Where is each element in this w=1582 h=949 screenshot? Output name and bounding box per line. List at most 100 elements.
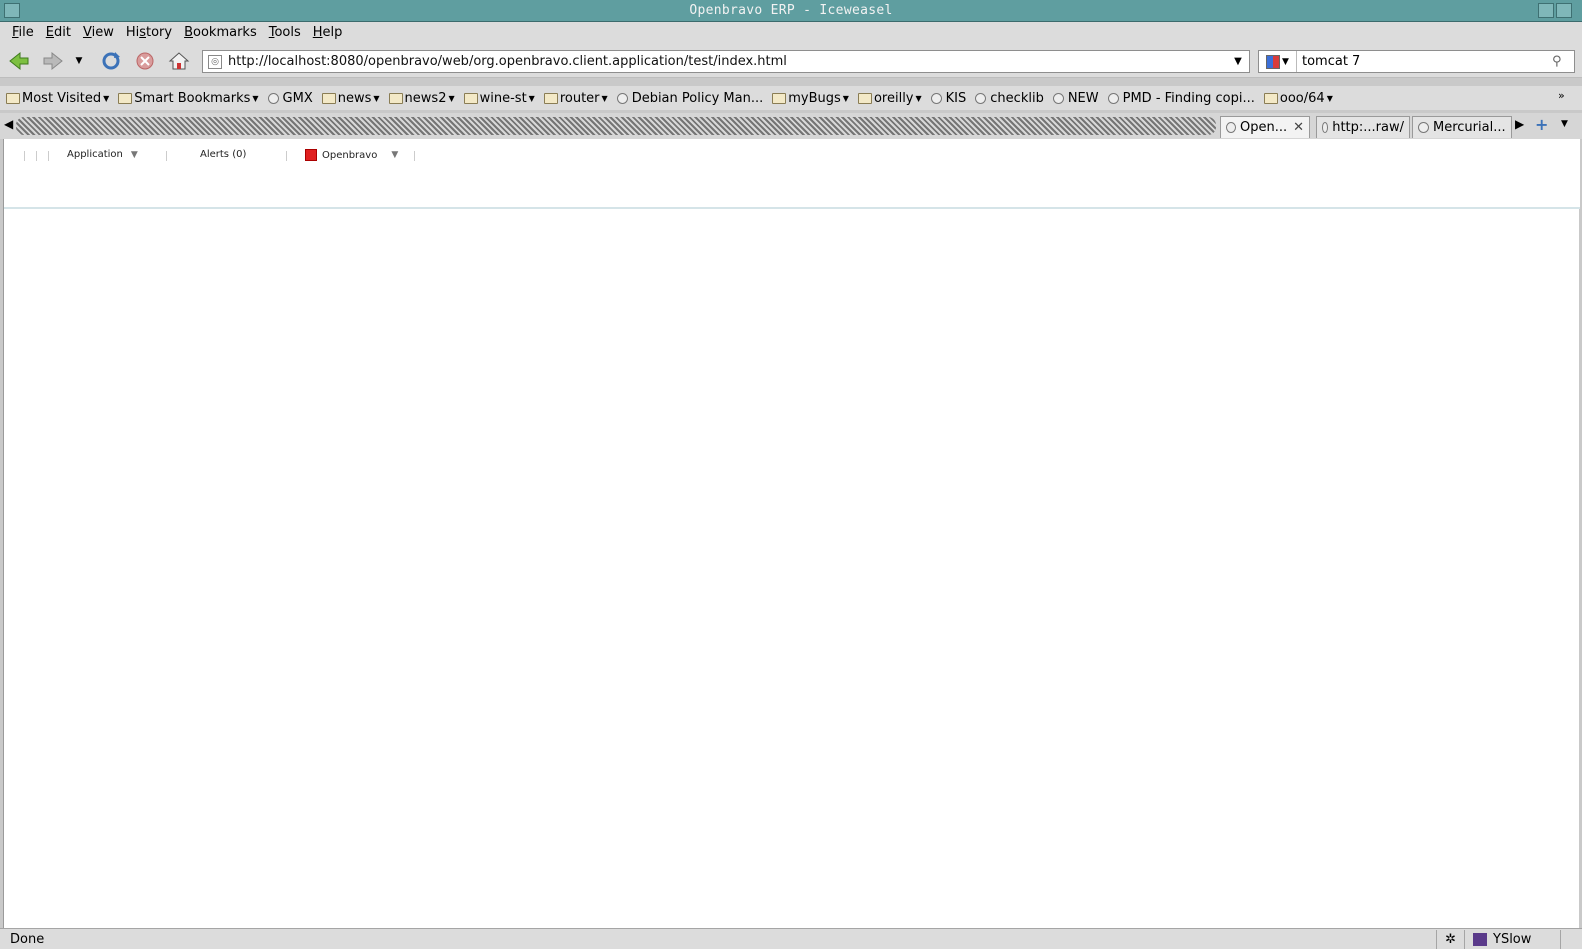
tab-strip: ◀ Open... ✕ http:...raw/ Mercurial... ▶ … (0, 113, 1582, 139)
company-label: Openbravo (322, 149, 378, 161)
menu-tools[interactable]: Tools (263, 25, 307, 40)
url-dropdown-icon[interactable]: ▼ (1227, 56, 1249, 67)
menu-help[interactable]: Help (307, 25, 349, 40)
bookmark-smart-bookmarks[interactable]: Smart Bookmarks ▼ (118, 91, 259, 106)
tab-mercurial[interactable]: Mercurial... (1412, 116, 1512, 138)
bookmark-checklib[interactable]: checklib (975, 91, 1044, 106)
menu-file[interactable]: File (6, 25, 40, 40)
tab-page-icon (1418, 122, 1429, 133)
bookmark-kis[interactable]: KIS (930, 90, 967, 106)
search-engine-selector[interactable]: ▼ (1259, 51, 1297, 72)
bookmark-news2[interactable]: news2 ▼ (388, 90, 455, 106)
chevron-down-icon: ▼ (448, 93, 455, 103)
site-icon (616, 92, 628, 104)
menubar: File Edit View History Bookmarks Tools Help (0, 22, 1582, 43)
bookmark-label: KIS (945, 90, 967, 106)
menu-history[interactable]: History (120, 25, 178, 40)
bookmark-most-visited[interactable]: Most Visited ▼ (6, 91, 109, 106)
tab-openbravo[interactable]: Open... ✕ (1220, 116, 1310, 138)
menu-view[interactable]: View (77, 25, 120, 40)
chevron-down-icon: ▼ (1326, 93, 1333, 103)
divider (48, 151, 49, 161)
maximize-button[interactable] (1556, 3, 1572, 18)
menu-edit[interactable]: Edit (40, 25, 77, 40)
bookmark-wine-st[interactable]: wine-st ▼ (463, 90, 535, 106)
bookmarks-toolbar: Most Visited ▼ Smart Bookmarks ▼ GMX news ▼ new… (0, 86, 1582, 110)
forward-arrow-icon (43, 51, 63, 71)
reload-button[interactable] (98, 49, 124, 73)
bookmark-label: news2 (404, 90, 447, 106)
application-menu-label: Application (67, 149, 123, 160)
close-icon[interactable]: ✕ (1293, 120, 1304, 135)
back-button[interactable] (6, 49, 32, 73)
folder-icon (463, 92, 478, 104)
forward-button[interactable] (40, 49, 66, 73)
tab-strip-pattern (16, 117, 1216, 135)
bookmark-label: Most Visited (22, 90, 102, 106)
search-bar[interactable]: ▼ tomcat 7 ⚲ (1258, 50, 1575, 73)
stop-icon (136, 52, 154, 70)
chevron-down-icon: ▼ (103, 93, 110, 103)
tab-scroll-right-icon[interactable]: ▶ (1515, 117, 1524, 131)
all-tabs-icon[interactable]: ▼ (1561, 119, 1568, 129)
divider (36, 151, 37, 161)
chevron-down-icon: ▼ (130, 149, 138, 160)
bookmark-label: Debian Policy Man... (631, 90, 764, 106)
tab-label: Mercurial... (1433, 120, 1506, 135)
tab-scroll-left-icon[interactable]: ◀ (4, 117, 13, 131)
bookmark-gmx[interactable]: GMX (267, 90, 313, 106)
bookmark-pmd-finding-copi[interactable]: PMD - Finding copi... (1107, 90, 1255, 106)
tab-page-icon (1226, 122, 1236, 133)
alerts-link[interactable]: Alerts (0) (200, 149, 246, 160)
folder-icon (388, 92, 403, 104)
stop-button[interactable] (132, 49, 158, 73)
home-button[interactable] (166, 49, 192, 73)
yslow-panel[interactable]: YSlow (1464, 929, 1560, 949)
window-title: Openbravo ERP - Iceweasel (689, 3, 893, 18)
resize-grip-icon[interactable] (1560, 929, 1582, 949)
alerts-label: Alerts (0) (200, 149, 247, 160)
bookmark-news[interactable]: news ▼ (321, 90, 380, 106)
openbravo-logo-icon (305, 149, 317, 161)
minimize-button[interactable] (1538, 3, 1554, 18)
bookmark-label: news (337, 90, 372, 106)
application-menu[interactable]: Application ▼ (67, 149, 138, 160)
url-text[interactable]: http://localhost:8080/openbravo/web/org.… (228, 54, 1227, 69)
yslow-icon (1473, 932, 1487, 946)
bookmark-router[interactable]: router ▼ (543, 91, 608, 106)
folder-icon (772, 92, 787, 104)
site-icon (930, 92, 942, 104)
chevron-down-icon: ▼ (842, 93, 849, 103)
bookmark-label: GMX (282, 90, 313, 106)
url-bar[interactable]: ◎ http://localhost:8080/openbravo/web/or… (202, 50, 1250, 73)
bookmark-new[interactable]: NEW (1052, 90, 1099, 106)
bookmark-debian-policy-man[interactable]: Debian Policy Man... (616, 90, 764, 106)
window-titlebar: Openbravo ERP - Iceweasel (0, 0, 1582, 22)
chevron-down-icon: ▼ (391, 150, 399, 160)
divider (414, 151, 415, 161)
new-tab-icon[interactable]: + (1535, 115, 1548, 134)
site-icon (1107, 92, 1119, 104)
bookmark-label: NEW (1067, 90, 1099, 106)
bookmark-ooo-64[interactable]: ooo/64 ▼ (1263, 91, 1333, 106)
search-icon[interactable]: ⚲ (1552, 54, 1574, 69)
page-icon: ◎ (208, 54, 222, 69)
bookmark-mybugs[interactable]: myBugs ▼ (772, 91, 849, 106)
tab-raw[interactable]: http:...raw/ (1316, 116, 1410, 138)
bookmark-label: wine-st (479, 90, 527, 106)
window-menu-button[interactable] (4, 3, 20, 18)
history-dropdown-button[interactable]: ▼ (70, 49, 88, 73)
yslow-label: YSlow (1493, 931, 1532, 947)
bookmark-label: myBugs (788, 90, 841, 106)
bookmarks-overflow-icon[interactable]: » (1558, 89, 1565, 102)
company-menu[interactable]: Openbravo ▼ (305, 149, 398, 161)
bookmark-label: PMD - Finding copi... (1122, 90, 1255, 106)
bookmark-oreilly[interactable]: oreilly ▼ (857, 91, 922, 106)
menu-bookmarks[interactable]: Bookmarks (178, 25, 263, 40)
tab-label: Open... (1239, 120, 1288, 135)
chevron-down-icon: ▼ (528, 93, 535, 103)
folder-icon (543, 92, 558, 104)
search-input[interactable]: tomcat 7 (1297, 54, 1552, 69)
addon-status-icon[interactable]: ✲ (1436, 929, 1464, 949)
tab-page-icon (1322, 122, 1329, 133)
